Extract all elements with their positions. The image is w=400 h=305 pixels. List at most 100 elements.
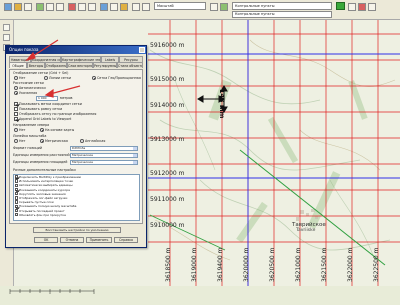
advanced-option-checkbox[interactable] — [14, 191, 18, 196]
tab-content: Отображение сетки (Grid + Sel) Нет Линии… — [9, 69, 143, 224]
help-button[interactable]: Справка — [114, 237, 138, 243]
tab-display[interactable]: Отображение — [45, 62, 67, 68]
north-label: Направление севера — [13, 123, 50, 127]
dialog-title: Опции показа — [6, 46, 146, 54]
coord-format-label: Формат позиций — [13, 146, 43, 150]
tab-strip: Навигация Координатная сетка Картографич… — [9, 56, 143, 70]
north-none-radio[interactable] — [14, 128, 18, 132]
help-icon[interactable] — [368, 3, 376, 11]
measure-icon[interactable] — [78, 3, 86, 11]
spacing-other-label: Указанная — [19, 91, 38, 95]
go-icon[interactable] — [336, 2, 345, 10]
show-ticks-checkbox[interactable] — [14, 112, 18, 116]
globe-icon[interactable] — [100, 3, 108, 11]
apply-button[interactable]: Применить — [86, 237, 112, 243]
stop-icon[interactable] — [358, 3, 366, 11]
spacing-value-input[interactable]: 1 000 — [36, 96, 58, 101]
search-icon[interactable] — [348, 3, 356, 11]
northing-label: 5911000 m — [150, 196, 185, 203]
ok-button[interactable]: OK — [34, 237, 58, 243]
layer-select[interactable]: Контрольные пункты — [232, 2, 332, 10]
pan-icon[interactable] — [68, 3, 76, 11]
show-ticks-label: Отображать сетку по границе изображения — [19, 112, 97, 116]
redo-icon[interactable] — [142, 3, 150, 11]
advanced-option-checkbox[interactable] — [14, 212, 18, 217]
scalebar-imperial-radio[interactable] — [80, 139, 84, 143]
show-labels-label: Показывать метки координат сетки — [19, 102, 82, 106]
advanced-option-item[interactable]: Обновлять фон при прокрутке — [14, 213, 139, 217]
grid-custom-radio[interactable] — [92, 76, 96, 80]
scalebar-none-radio[interactable] — [14, 139, 18, 143]
advanced-option-checkbox[interactable] — [14, 204, 18, 208]
northing-label: 5915000 m — [150, 76, 185, 83]
spacing-other-radio[interactable] — [14, 91, 18, 95]
coord-format-select[interactable]: DdMmSs — [70, 146, 138, 151]
easting-label: 3619000 m — [191, 247, 198, 282]
advanced-option-checkbox[interactable] — [14, 196, 18, 200]
select-icon[interactable] — [88, 3, 96, 11]
tab-vector-layers[interactable]: Слои векторные — [67, 62, 93, 68]
open-file-icon[interactable] — [4, 3, 12, 11]
grid-lines-radio[interactable] — [44, 76, 48, 80]
options-dialog: Опции показа Навигация Координатная сетк… — [5, 45, 147, 248]
advanced-option-checkbox[interactable] — [14, 179, 18, 183]
layer-filter-input[interactable]: Контрольные пункты — [232, 11, 332, 18]
north-map-radio[interactable] — [40, 128, 44, 132]
save-icon[interactable] — [14, 3, 22, 11]
tab-general[interactable]: Общие — [9, 62, 27, 68]
main-toolbar: Масштаб Контрольные пункты Контрольные п… — [0, 0, 400, 20]
northing-label: 5914000 m — [150, 102, 185, 109]
measure-annotation: 143 mm — [218, 89, 226, 119]
tab-adjustable[interactable]: Регулируемые — [93, 62, 117, 68]
cancel-button[interactable]: Отмена — [60, 237, 84, 243]
advanced-option-checkbox[interactable] — [14, 187, 18, 192]
spacing-unit-label: метров — [60, 96, 73, 100]
layers-icon[interactable] — [36, 3, 44, 11]
undo-icon[interactable] — [132, 3, 140, 11]
advanced-options-list[interactable]: Подключить MultiPoly к преобразованию Исп… — [13, 174, 140, 221]
spacing-auto-label: Автоматически — [19, 86, 46, 90]
scalebar-metric-radio[interactable] — [40, 139, 44, 143]
show-frame-label: Показывать рамку сетки — [19, 107, 63, 111]
close-icon[interactable] — [139, 47, 145, 53]
units-area-select[interactable]: Метрические — [70, 160, 138, 165]
scale-select[interactable]: Масштаб — [154, 2, 206, 10]
hand-tool-icon[interactable] — [3, 34, 10, 41]
show-frame-checkbox[interactable] — [14, 107, 18, 111]
easting-label: 3622500 m — [373, 247, 380, 282]
print-icon[interactable] — [24, 3, 32, 11]
scalebar-metric-label: Метрическая — [45, 139, 68, 143]
advanced-option-checkbox[interactable] — [14, 175, 18, 179]
advanced-option-checkbox[interactable] — [14, 208, 18, 213]
advanced-option-checkbox[interactable] — [14, 200, 18, 204]
tab-object-styles[interactable]: Стили объектов — [117, 62, 143, 68]
spacing-label: Расстояние сетки — [13, 81, 44, 85]
scale-bar — [9, 289, 95, 294]
restore-defaults-button[interactable]: Восстановить настройки по умолчанию — [33, 227, 121, 233]
units-distance-label: Единицы измерения расстояний — [13, 153, 70, 157]
target-icon[interactable] — [220, 3, 228, 11]
zoom-in-icon[interactable] — [46, 3, 54, 11]
show-labels-checkbox[interactable] — [14, 102, 18, 106]
append-labels-checkbox[interactable] — [14, 117, 18, 121]
arrow-tool-icon[interactable] — [3, 24, 10, 31]
advanced-label: Разные дополнительные настройки — [13, 168, 76, 172]
spacing-auto-radio[interactable] — [14, 86, 18, 90]
advanced-option-label: Обновлять фон при прокрутке — [19, 212, 66, 217]
settings-icon[interactable] — [120, 3, 128, 11]
easting-label: 3622000 m — [347, 247, 354, 282]
refresh-icon[interactable] — [210, 3, 218, 11]
terrain-contours — [149, 39, 396, 261]
units-distance-select[interactable]: Метрические — [70, 153, 138, 158]
grid-none-label: Нет — [19, 76, 26, 80]
grid-icon[interactable] — [110, 3, 118, 11]
easting-label: 3621500 m — [321, 247, 328, 282]
easting-label: 3620000 m — [243, 247, 250, 282]
easting-label: 3621000 m — [295, 247, 302, 282]
advanced-option-checkbox[interactable] — [14, 183, 18, 187]
zoom-out-icon[interactable] — [56, 3, 64, 11]
tab-vectors[interactable]: Векторы — [27, 62, 45, 68]
place-subname: Tavriiske — [296, 228, 316, 233]
grid-none-radio[interactable] — [14, 76, 18, 80]
northing-label: 5910000 m — [150, 222, 185, 229]
